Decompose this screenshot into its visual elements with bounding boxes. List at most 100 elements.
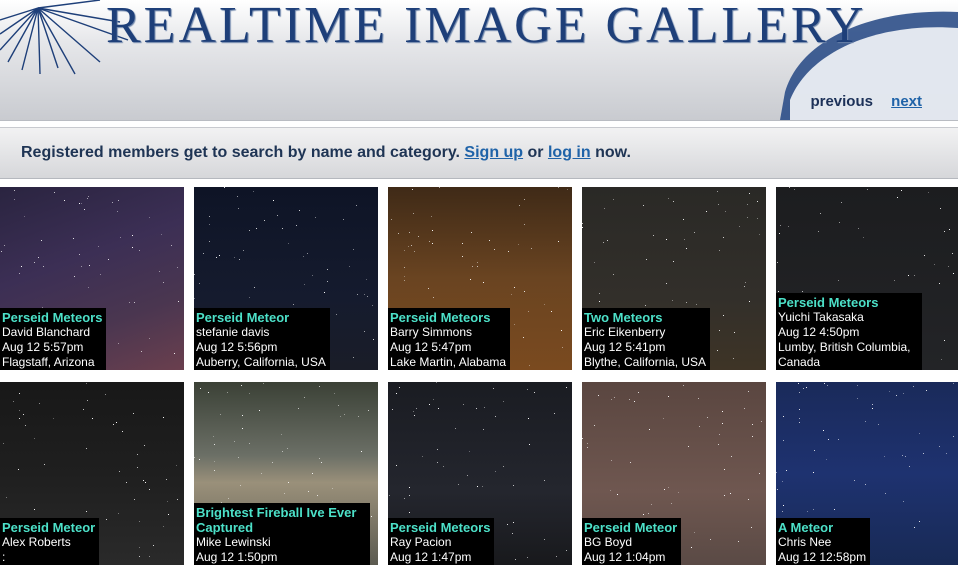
tile-author: Eric Eikenberry xyxy=(584,325,666,339)
star-dot xyxy=(344,414,345,415)
star-dot xyxy=(469,451,470,452)
star-dot xyxy=(296,225,297,226)
star-dot xyxy=(494,249,495,250)
gallery-tile[interactable]: Two Meteors Eric Eikenberry Aug 12 5:41pm B… xyxy=(582,187,766,370)
star-dot xyxy=(594,262,595,263)
star-dot xyxy=(194,274,195,275)
star-dot xyxy=(18,469,19,470)
star-dot xyxy=(691,547,692,548)
next-link[interactable]: next xyxy=(891,93,922,110)
tile-datetime: : xyxy=(2,550,6,564)
gallery-tile[interactable]: Perseid Meteor BG Boyd Aug 12 1:04pm xyxy=(582,382,766,565)
member-notice-text: Registered members get to search by name… xyxy=(21,144,631,162)
star-dot xyxy=(828,439,829,440)
star-dot xyxy=(81,203,82,204)
star-dot xyxy=(178,301,179,302)
gallery-tile[interactable]: Perseid Meteors David Blanchard Aug 12 5:5… xyxy=(0,187,184,370)
star-dot xyxy=(786,470,787,471)
tile-title[interactable]: Perseid Meteors xyxy=(390,310,506,325)
star-dot xyxy=(133,413,134,414)
star-dot xyxy=(610,490,611,491)
star-dot xyxy=(259,410,260,411)
star-dot xyxy=(630,462,631,463)
star-dot xyxy=(524,224,525,225)
star-dot xyxy=(118,513,119,514)
tile-title[interactable]: Perseid Meteor xyxy=(584,520,677,535)
gallery-tile[interactable]: Perseid Meteor Alex Roberts: xyxy=(0,382,184,565)
notice-text-after: now. xyxy=(590,144,631,161)
star-dot xyxy=(777,489,778,490)
star-dot xyxy=(462,256,463,257)
star-dot xyxy=(129,302,130,303)
tile-author: BG Boyd xyxy=(584,535,633,549)
star-dot xyxy=(208,392,209,393)
star-dot xyxy=(531,248,532,249)
tile-title[interactable]: Perseid Meteors xyxy=(390,520,490,535)
star-dot xyxy=(889,391,890,392)
star-dot xyxy=(757,201,758,202)
tile-title[interactable]: Perseid Meteors xyxy=(778,295,918,310)
tile-title[interactable]: Brightest Fireball Ive Ever Captured xyxy=(196,505,366,535)
star-dot xyxy=(878,424,879,425)
star-dot xyxy=(73,238,74,239)
star-dot xyxy=(698,398,699,399)
signup-link[interactable]: Sign up xyxy=(464,144,523,161)
star-dot xyxy=(544,304,545,305)
star-dot xyxy=(648,513,649,514)
star-dot xyxy=(256,228,257,229)
star-dot xyxy=(443,466,444,467)
tile-title[interactable]: Perseid Meteor xyxy=(196,310,326,325)
login-link[interactable]: log in xyxy=(548,144,591,161)
star-dot xyxy=(149,338,150,339)
star-dot xyxy=(86,448,87,449)
tile-datetime: Aug 12 1:47pm xyxy=(390,550,472,564)
star-dot xyxy=(725,211,726,212)
star-dot xyxy=(38,257,39,258)
star-dot xyxy=(120,237,121,238)
star-dot xyxy=(25,425,26,426)
star-dot xyxy=(366,279,367,280)
gallery-tile[interactable]: Perseid Meteors Barry Simmons Aug 12 5:47p… xyxy=(388,187,572,370)
star-dot xyxy=(81,266,82,267)
tile-caption: A Meteor Chris Nee Aug 12 12:58pm xyxy=(776,518,871,565)
star-dot xyxy=(174,353,175,354)
star-dot xyxy=(818,231,819,232)
star-dot xyxy=(100,274,101,275)
gallery-tile[interactable]: Perseid Meteors Ray Pacion Aug 12 1:47pm xyxy=(388,382,572,565)
star-dot xyxy=(299,210,300,211)
star-dot xyxy=(823,430,824,431)
star-dot xyxy=(409,512,410,513)
star-dot xyxy=(788,226,789,227)
tile-datetime: Aug 12 12:58pm xyxy=(778,550,867,564)
gallery-tile[interactable]: A Meteor Chris Nee Aug 12 12:58pm xyxy=(776,382,958,565)
star-dot xyxy=(953,273,954,274)
star-dot xyxy=(462,243,463,244)
gallery-tile[interactable]: Brightest Fireball Ive Ever Captured Mike… xyxy=(194,382,378,565)
tile-author: Alex Roberts xyxy=(2,535,71,549)
tile-title[interactable]: Perseid Meteors xyxy=(2,310,102,325)
star-dot xyxy=(149,217,150,218)
star-dot xyxy=(645,305,646,306)
star-dot xyxy=(437,462,438,463)
star-dot xyxy=(428,288,429,289)
star-dot xyxy=(408,246,409,247)
gallery-tile[interactable]: Perseid Meteors Yuichi Takasaka Aug 12 4:5… xyxy=(776,187,958,370)
star-dot xyxy=(582,223,583,224)
star-dot xyxy=(214,461,215,462)
star-dot xyxy=(143,480,144,481)
star-dot xyxy=(748,499,749,500)
star-dot xyxy=(495,471,496,472)
tile-title[interactable]: A Meteor xyxy=(778,520,866,535)
star-dot xyxy=(372,305,373,306)
tile-title[interactable]: Perseid Meteor xyxy=(2,520,95,535)
gallery-tile[interactable]: Perseid Meteor stefanie davis Aug 12 5:56p… xyxy=(194,187,378,370)
tile-author: Barry Simmons xyxy=(390,325,473,339)
tile-caption: Perseid Meteors Barry Simmons Aug 12 5:47p… xyxy=(388,308,511,370)
star-dot xyxy=(84,209,85,210)
star-dot xyxy=(514,324,515,325)
tile-title[interactable]: Two Meteors xyxy=(584,310,706,325)
tile-location: Auberry, California, USA xyxy=(196,355,326,369)
star-dot xyxy=(224,187,225,188)
tile-caption: Perseid Meteors Yuichi Takasaka Aug 12 4:5… xyxy=(776,293,922,370)
star-dot xyxy=(149,556,150,557)
